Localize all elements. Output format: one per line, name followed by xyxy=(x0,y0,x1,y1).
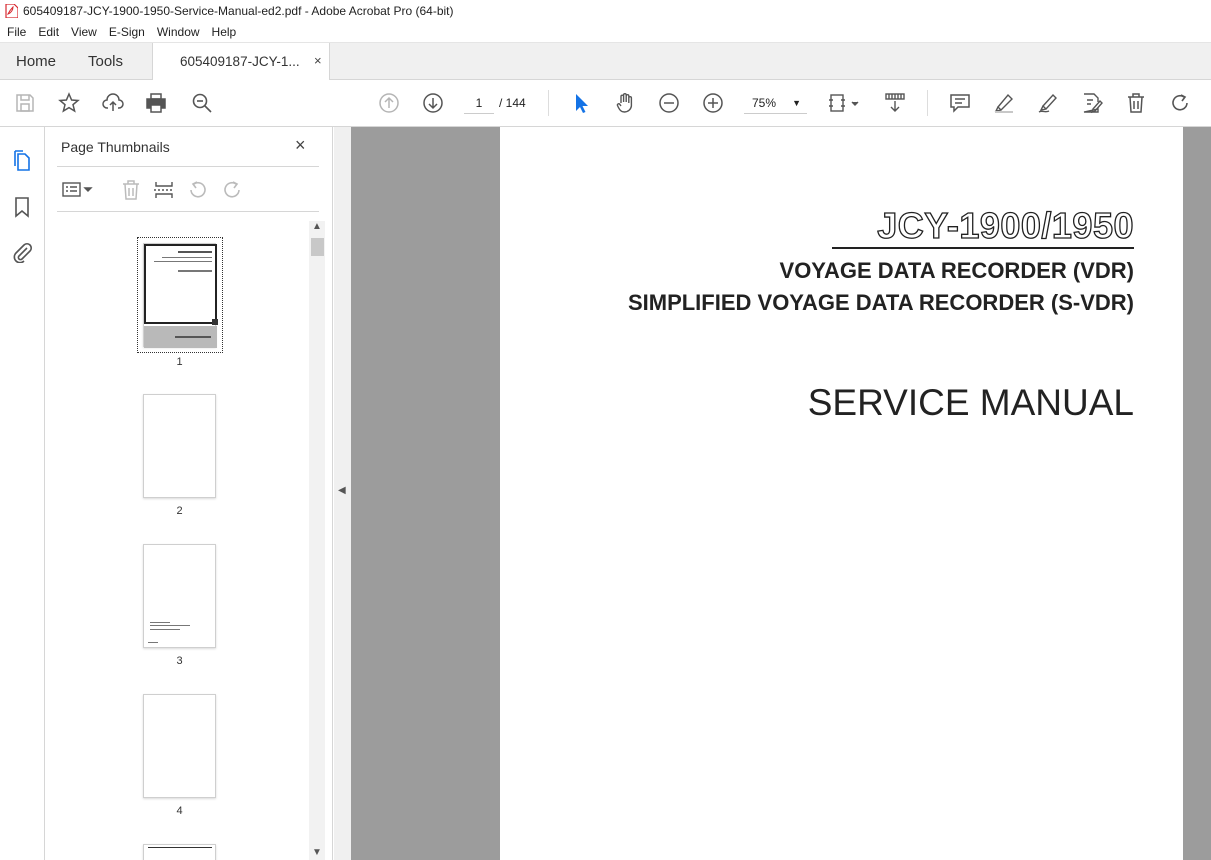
title-bar: 605409187-JCY-1900-1950-Service-Manual-e… xyxy=(0,0,1211,22)
thumbnail-page-4[interactable] xyxy=(143,694,216,798)
save-icon[interactable] xyxy=(13,91,37,115)
scroll-down-arrow-icon[interactable]: ▼ xyxy=(312,847,322,858)
thumbnail-cover-frame xyxy=(144,244,218,325)
panel-divider xyxy=(57,211,319,212)
left-navigation-rail xyxy=(0,127,45,860)
thumbnail-text-line xyxy=(178,251,212,253)
document-subtitle-vdr: VOYAGE DATA RECORDER (VDR) xyxy=(779,258,1134,283)
comment-icon[interactable] xyxy=(948,91,972,115)
thumbnail-scrollbar[interactable]: ▲ ▼ xyxy=(309,221,325,860)
page-thumbnails-icon[interactable] xyxy=(11,149,33,171)
menu-view[interactable]: View xyxy=(65,25,103,39)
chevron-down-icon: ▼ xyxy=(792,98,801,108)
thumbnail-corner-mark xyxy=(212,319,218,325)
document-gutter xyxy=(1183,127,1211,860)
page-total: / 144 xyxy=(499,96,526,110)
thumbnail-text-line xyxy=(154,261,212,262)
pdf-page-1: JCY-1900/1950 VOYAGE DATA RECORDER (VDR)… xyxy=(500,127,1183,860)
page-fit-icon[interactable] xyxy=(828,91,862,115)
draw-pen-icon[interactable] xyxy=(1036,91,1060,115)
tab-bar: Home Tools 605409187-JCY-1... × xyxy=(0,43,1211,81)
delete-trash-icon[interactable] xyxy=(1124,91,1148,115)
zoom-level-value: 75% xyxy=(752,96,777,110)
tab-document-label: 605409187-JCY-1... xyxy=(180,54,300,69)
rotate-clockwise-icon[interactable] xyxy=(221,179,243,201)
previous-page-icon[interactable] xyxy=(377,91,401,115)
document-view[interactable]: JCY-1900/1950 VOYAGE DATA RECORDER (VDR)… xyxy=(351,127,1211,860)
tab-document[interactable]: 605409187-JCY-1... × xyxy=(152,43,330,81)
toolbar: 1 / 144 75% ▼ xyxy=(0,80,1211,127)
thumbnail-label-1: 1 xyxy=(176,356,183,368)
thumbnail-page-2[interactable] xyxy=(143,394,216,498)
page-thumbnails-panel: Page Thumbnails × 1 2 3 4 ▲ ▼ xyxy=(45,127,333,860)
thumbnail-text-line xyxy=(148,847,212,848)
thumbnail-page-5[interactable] xyxy=(143,844,216,860)
thumbnail-label-4: 4 xyxy=(176,805,183,817)
page-number-input[interactable]: 1 xyxy=(464,92,494,114)
thumbnail-text-line xyxy=(148,642,158,643)
menu-esign[interactable]: E-Sign xyxy=(103,25,151,39)
hand-tool-icon[interactable] xyxy=(613,91,637,115)
tab-home[interactable]: Home xyxy=(16,53,56,70)
document-model-title: JCY-1900/1950 xyxy=(877,204,1135,246)
document-service-manual-heading: SERVICE MANUAL xyxy=(807,382,1134,423)
toolbar-divider xyxy=(927,90,928,116)
upload-cloud-icon[interactable] xyxy=(101,91,125,115)
menu-edit[interactable]: Edit xyxy=(32,25,65,39)
panel-title: Page Thumbnails xyxy=(61,139,170,155)
thumbnail-options-icon[interactable] xyxy=(61,179,95,201)
bookmark-icon[interactable] xyxy=(11,196,33,218)
collapse-left-arrow-icon[interactable]: ◀ xyxy=(338,485,346,496)
zoom-out-icon[interactable] xyxy=(657,91,681,115)
window-title: 605409187-JCY-1900-1950-Service-Manual-e… xyxy=(23,4,454,18)
thumbnail-label-2: 2 xyxy=(176,505,183,517)
panel-divider xyxy=(57,166,319,167)
thumbnail-footer-band xyxy=(144,326,217,348)
title-underline xyxy=(832,247,1134,249)
attachment-paperclip-icon[interactable] xyxy=(11,241,33,263)
scroll-mode-icon[interactable] xyxy=(883,91,907,115)
tab-tools[interactable]: Tools xyxy=(88,53,123,70)
insert-page-icon[interactable] xyxy=(153,179,175,201)
toolbar-divider xyxy=(548,90,549,116)
scrollbar-thumb[interactable] xyxy=(311,238,324,256)
panel-close-icon[interactable]: × xyxy=(295,135,306,156)
rotate-icon[interactable] xyxy=(1168,91,1192,115)
delete-page-icon[interactable] xyxy=(120,179,142,201)
zoom-search-icon[interactable] xyxy=(190,91,214,115)
zoom-in-icon[interactable] xyxy=(701,91,725,115)
thumbnail-page-3[interactable] xyxy=(143,544,216,648)
thumbnail-page-1[interactable] xyxy=(143,243,218,348)
print-icon[interactable] xyxy=(144,91,168,115)
document-subtitle-svdr: SIMPLIFIED VOYAGE DATA RECORDER (S-VDR) xyxy=(627,290,1134,315)
highlighter-icon[interactable] xyxy=(992,91,1016,115)
bookmark-star-icon[interactable] xyxy=(57,91,81,115)
zoom-level-select[interactable]: 75% ▼ xyxy=(744,92,807,114)
thumbnail-label-3: 3 xyxy=(176,655,183,667)
panel-toolbar xyxy=(57,175,319,205)
edit-document-icon[interactable] xyxy=(1080,91,1104,115)
menu-window[interactable]: Window xyxy=(151,25,206,39)
thumbnail-text-line xyxy=(178,270,212,272)
scroll-up-arrow-icon[interactable]: ▲ xyxy=(312,221,322,232)
thumbnail-text-line xyxy=(162,257,212,258)
thumbnail-text-line xyxy=(150,625,190,626)
select-cursor-icon[interactable] xyxy=(569,91,593,115)
thumbnail-text-line xyxy=(150,622,170,623)
rotate-counterclockwise-icon[interactable] xyxy=(187,179,209,201)
tab-close-icon[interactable]: × xyxy=(314,53,322,68)
menu-bar: File Edit View E-Sign Window Help xyxy=(0,22,1211,43)
thumbnail-logo-mark xyxy=(175,336,211,338)
next-page-icon[interactable] xyxy=(421,91,445,115)
pdf-file-icon xyxy=(5,4,18,18)
menu-help[interactable]: Help xyxy=(206,25,243,39)
thumbnail-text-line xyxy=(150,629,180,630)
menu-file[interactable]: File xyxy=(0,25,32,39)
panel-collapse-handle[interactable]: ◀ xyxy=(334,127,351,860)
